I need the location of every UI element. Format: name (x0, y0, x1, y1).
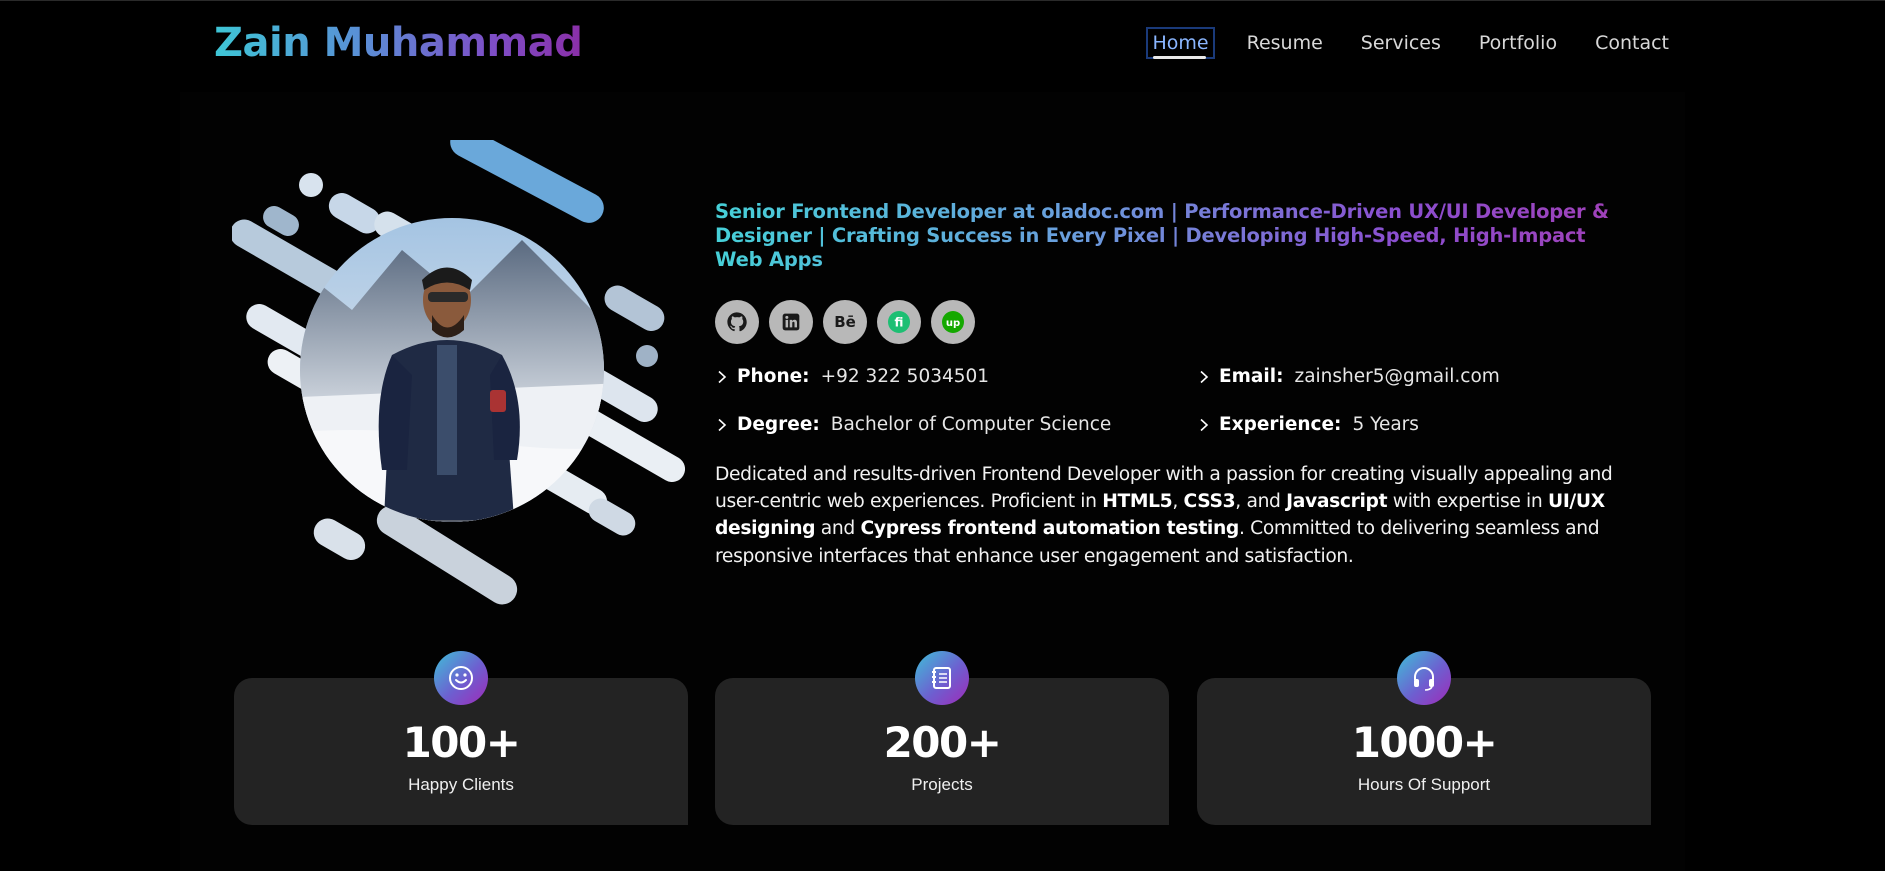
site-header: Zain Muhammad Home Resume Services Portf… (0, 0, 1885, 92)
chevron-right-icon (1200, 370, 1209, 383)
stat-label: Happy Clients (408, 775, 514, 794)
phone-label: Phone: (737, 366, 810, 387)
stat-icon-circle (1397, 651, 1451, 705)
linkedin-icon (781, 312, 801, 332)
upwork-icon: up (941, 310, 965, 334)
nav-services-link[interactable]: Services (1358, 30, 1444, 56)
chevron-right-icon (1200, 418, 1209, 431)
github-link[interactable] (715, 300, 759, 344)
stat-value: 1000+ (1351, 718, 1498, 767)
stat-card-support: 1000+ Hours Of Support (1197, 651, 1651, 825)
degree-value: Bachelor of Computer Science (830, 414, 1112, 435)
stat-label: Hours Of Support (1357, 775, 1491, 794)
nav-resume-link[interactable]: Resume (1244, 30, 1326, 56)
behance-link[interactable]: Bē (823, 300, 867, 344)
email-label: Email: (1219, 366, 1284, 387)
about-paragraph: Dedicated and results-driven Frontend De… (715, 464, 1613, 567)
headset-icon (1414, 667, 1434, 691)
behance-icon: Bē (834, 313, 856, 331)
stat-icon-circle (915, 651, 969, 705)
chevron-right-icon (718, 418, 727, 431)
fiverr-icon: fi (887, 310, 911, 334)
linkedin-link[interactable] (769, 300, 813, 344)
phone-value[interactable]: +92 322 5034501 (821, 366, 990, 387)
chevron-right-icon (718, 370, 727, 383)
experience-value: 5 Years (1352, 414, 1419, 435)
github-icon (726, 311, 748, 333)
nav-contact-link[interactable]: Contact (1592, 30, 1672, 56)
stat-card-projects: 200+ Projects (715, 651, 1169, 825)
stat-value: 100+ (402, 718, 521, 767)
fact-phone: Phone: +92 322 5034501 (715, 366, 1197, 387)
stat-card-clients: 100+ Happy Clients (234, 651, 688, 825)
nav-portfolio-link[interactable]: Portfolio (1476, 30, 1560, 56)
social-links: Bē fi up (715, 300, 1620, 344)
profile-info: Senior Frontend Developer at oladoc.com … (715, 200, 1620, 570)
fact-experience: Experience: 5 Years (1197, 414, 1617, 435)
notebook-icon (932, 667, 951, 689)
email-value[interactable]: zainsher5@gmail.com (1294, 366, 1499, 387)
headline: Senior Frontend Developer at oladoc.com … (715, 200, 1620, 272)
experience-label: Experience: (1219, 414, 1342, 435)
fact-email: Email: zainsher5@gmail.com (1197, 366, 1617, 387)
degree-label: Degree: (737, 414, 820, 435)
nav-home-link[interactable]: Home (1146, 27, 1215, 59)
upwork-link[interactable]: up (931, 300, 975, 344)
svg-text:up: up (946, 318, 960, 329)
profile-photo (232, 140, 692, 620)
stat-icon-circle (434, 651, 488, 705)
main-nav: Home Resume Services Portfolio Contact (1117, 27, 1672, 59)
stat-label: Projects (911, 775, 973, 794)
smile-icon (449, 666, 473, 690)
fact-degree: Degree: Bachelor of Computer Science (715, 414, 1197, 435)
contact-facts: Phone: +92 322 5034501 Email: zainsher5@… (715, 366, 1620, 435)
brand-logo[interactable]: Zain Muhammad (214, 20, 583, 66)
stat-value: 200+ (883, 718, 1002, 767)
fiverr-link[interactable]: fi (877, 300, 921, 344)
svg-text:fi: fi (895, 316, 904, 330)
